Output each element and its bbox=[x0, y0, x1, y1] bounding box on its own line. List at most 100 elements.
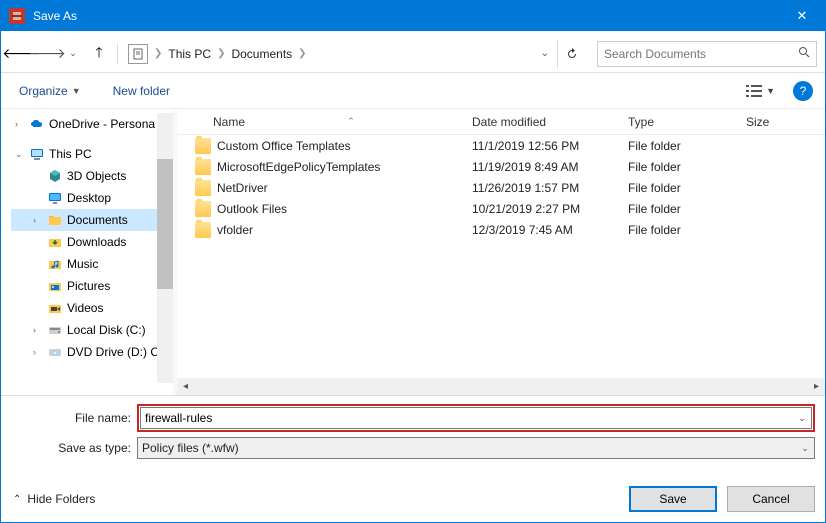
tree-item-desktop[interactable]: Desktop bbox=[11, 187, 173, 209]
tree-label: 3D Objects bbox=[67, 169, 126, 183]
new-folder-button[interactable]: New folder bbox=[107, 80, 176, 102]
tree-item-onedrive[interactable]: › OneDrive - Persona bbox=[11, 113, 173, 135]
main-area: › OneDrive - Persona ⌄ This PC 3D Objects Des… bbox=[1, 109, 825, 396]
refresh-button[interactable] bbox=[557, 40, 585, 68]
column-date[interactable]: Date modified bbox=[462, 109, 618, 134]
cancel-button[interactable]: Cancel bbox=[727, 486, 815, 512]
file-row[interactable]: MicrosoftEdgePolicyTemplates 11/19/2019 8… bbox=[177, 156, 825, 177]
file-list-area: Name ⌃ Date modified Type Size Custom Of… bbox=[177, 109, 825, 395]
file-rows: Custom Office Templates11/1/2019 12:56 P… bbox=[177, 135, 825, 378]
expand-icon[interactable]: ⌄ bbox=[15, 149, 25, 160]
sidebar-scroll-thumb[interactable] bbox=[157, 159, 173, 289]
tree-item-thispc[interactable]: ⌄ This PC bbox=[11, 143, 173, 165]
chevron-right-icon[interactable]: ❯ bbox=[154, 48, 162, 59]
tree-label: Desktop bbox=[67, 191, 111, 205]
file-row[interactable]: Custom Office Templates11/1/2019 12:56 P… bbox=[177, 135, 825, 156]
chevron-right-icon[interactable]: ❯ bbox=[217, 48, 225, 59]
tree-item-downloads[interactable]: Downloads bbox=[11, 231, 173, 253]
file-type: File folder bbox=[618, 223, 736, 237]
column-date-label: Date modified bbox=[472, 115, 546, 129]
expand-icon[interactable]: › bbox=[33, 347, 43, 357]
tree-item-dvd[interactable]: ›DVD Drive (D:) CC bbox=[11, 341, 173, 363]
pic-icon bbox=[47, 278, 63, 294]
file-name: Outlook Files bbox=[217, 202, 287, 216]
music-icon bbox=[47, 256, 63, 272]
file-date: 11/19/2019 8:49 AM bbox=[462, 160, 618, 174]
expand-icon[interactable]: › bbox=[33, 215, 43, 225]
tree-item-localc[interactable]: ›Local Disk (C:) bbox=[11, 319, 173, 341]
address-dropdown[interactable]: ⌄ bbox=[535, 48, 555, 59]
search-input[interactable] bbox=[604, 47, 798, 61]
horizontal-scrollbar[interactable]: ◂ ▸ bbox=[177, 378, 825, 395]
tree-item-videos[interactable]: Videos bbox=[11, 297, 173, 319]
tree-item-music[interactable]: Music bbox=[11, 253, 173, 275]
file-date: 10/21/2019 2:27 PM bbox=[462, 202, 618, 216]
file-name: NetDriver bbox=[217, 181, 268, 195]
expand-icon[interactable]: › bbox=[15, 119, 25, 129]
file-name: Custom Office Templates bbox=[217, 139, 351, 153]
tree-item-documents[interactable]: ›Documents bbox=[11, 209, 173, 231]
chevron-up-icon: ⌃ bbox=[13, 494, 21, 505]
folder-icon bbox=[195, 201, 211, 217]
savetype-dropdown[interactable]: ⌄ bbox=[796, 443, 814, 454]
column-size[interactable]: Size bbox=[736, 109, 825, 134]
up-button[interactable]: 🡑 bbox=[87, 42, 111, 66]
view-options-button[interactable]: ▼ bbox=[740, 84, 781, 98]
scroll-right-icon[interactable]: ▸ bbox=[808, 378, 825, 395]
scroll-left-icon[interactable]: ◂ bbox=[177, 378, 194, 395]
file-row[interactable]: Outlook Files 10/21/2019 2:27 PMFile fold… bbox=[177, 198, 825, 219]
search-box[interactable] bbox=[597, 41, 817, 67]
toolbar: Organize ▼ New folder ▼ ? bbox=[1, 73, 825, 109]
expand-icon[interactable]: › bbox=[33, 325, 43, 335]
column-name-label: Name bbox=[213, 115, 245, 129]
file-type: File folder bbox=[618, 202, 736, 216]
savetype-label: Save as type: bbox=[11, 441, 137, 455]
tree-label: This PC bbox=[49, 147, 92, 161]
pc-icon bbox=[29, 146, 45, 162]
chevron-down-icon: ▼ bbox=[72, 86, 81, 96]
vid-icon bbox=[47, 300, 63, 316]
title-bar: Save As ✕ bbox=[1, 1, 825, 31]
save-form: File name: ⌄ Save as type: Policy files … bbox=[1, 396, 825, 472]
dialog-footer: ⌃ Hide Folders Save Cancel bbox=[1, 472, 825, 522]
recent-dropdown[interactable]: ⌄ bbox=[61, 42, 85, 66]
file-row[interactable]: NetDriver 11/26/2019 1:57 PMFile folder bbox=[177, 177, 825, 198]
folder-icon bbox=[195, 222, 211, 238]
file-date: 11/26/2019 1:57 PM bbox=[462, 181, 618, 195]
tree-item-pictures[interactable]: Pictures bbox=[11, 275, 173, 297]
organize-label: Organize bbox=[19, 84, 68, 98]
filename-combo[interactable]: ⌄ bbox=[140, 407, 812, 429]
file-name: MicrosoftEdgePolicyTemplates bbox=[217, 160, 380, 174]
column-name[interactable]: Name ⌃ bbox=[177, 109, 462, 134]
chevron-right-icon[interactable]: ❯ bbox=[298, 48, 306, 59]
down-icon bbox=[47, 234, 63, 250]
separator bbox=[117, 44, 118, 64]
folder-icon bbox=[195, 138, 211, 154]
search-icon[interactable] bbox=[798, 46, 810, 61]
column-type[interactable]: Type bbox=[618, 109, 736, 134]
save-label: Save bbox=[659, 492, 686, 506]
location-icon[interactable] bbox=[128, 44, 148, 64]
save-button[interactable]: Save bbox=[629, 486, 717, 512]
savetype-combo[interactable]: Policy files (*.wfw) ⌄ bbox=[137, 437, 815, 459]
file-type: File folder bbox=[618, 160, 736, 174]
tree-item-3dobj[interactable]: 3D Objects bbox=[11, 165, 173, 187]
tree-label: Videos bbox=[67, 301, 103, 315]
tree-label: OneDrive - Persona bbox=[49, 117, 155, 131]
close-button[interactable]: ✕ bbox=[779, 1, 825, 31]
breadcrumb[interactable]: ❯ This PC ❯ Documents ❯ bbox=[154, 47, 533, 61]
file-row[interactable]: vfolder12/3/2019 7:45 AMFile folder bbox=[177, 219, 825, 240]
file-type: File folder bbox=[618, 181, 736, 195]
new-folder-label: New folder bbox=[113, 84, 170, 98]
filename-dropdown[interactable]: ⌄ bbox=[793, 413, 811, 424]
disk-icon bbox=[47, 322, 63, 338]
view-icon bbox=[746, 84, 762, 98]
organize-button[interactable]: Organize ▼ bbox=[13, 80, 87, 102]
filename-input[interactable] bbox=[141, 411, 793, 425]
hide-folders-button[interactable]: ⌃ Hide Folders bbox=[13, 492, 95, 506]
help-button[interactable]: ? bbox=[793, 81, 813, 101]
crumb-documents[interactable]: Documents bbox=[231, 47, 292, 61]
crumb-thispc[interactable]: This PC bbox=[168, 47, 211, 61]
navigation-tree: › OneDrive - Persona ⌄ This PC 3D Objects Des… bbox=[1, 109, 173, 395]
desktop-icon bbox=[47, 190, 63, 206]
